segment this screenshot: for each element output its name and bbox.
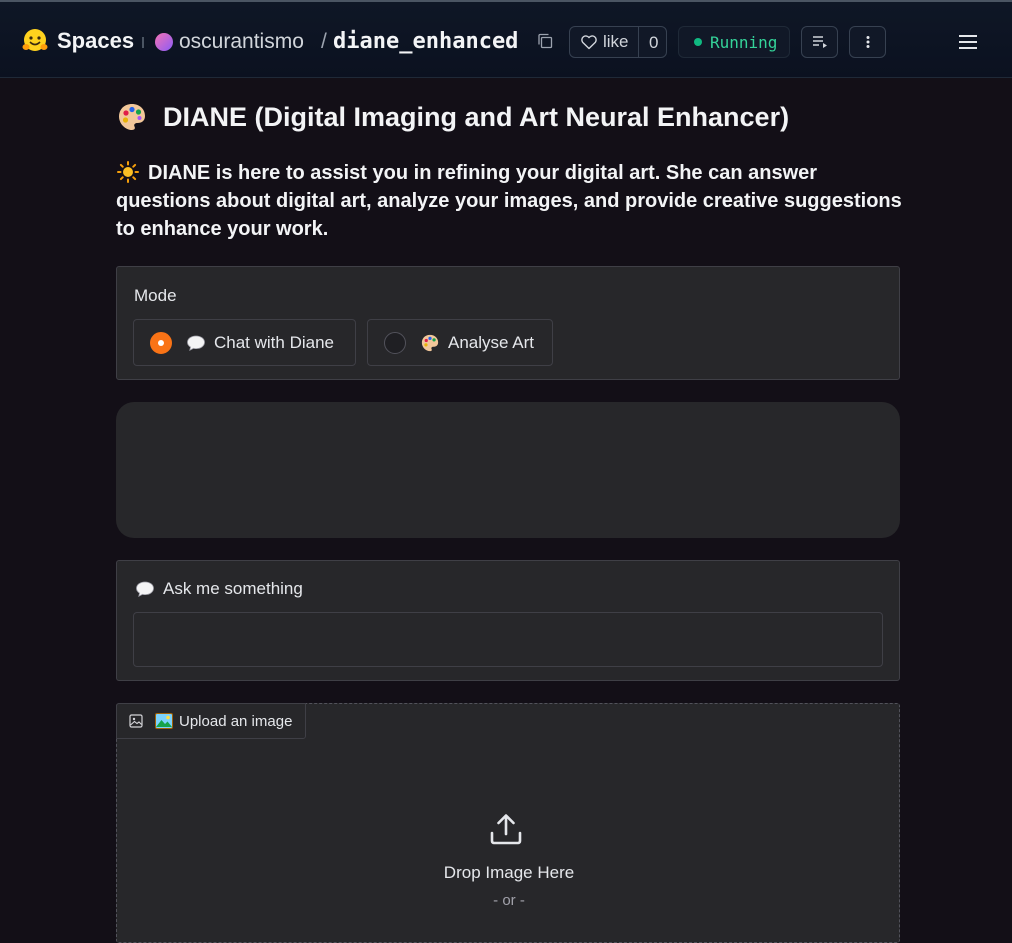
ask-input[interactable] [133,612,883,667]
copy-icon[interactable] [537,33,553,49]
breadcrumb-slash: / [321,30,327,53]
upload-tab-label: Upload an image [179,712,293,730]
hugging-face-logo-icon [22,29,48,51]
spaces-brand-link[interactable]: Spaces [22,28,134,54]
mode-option-analyse[interactable]: Analyse Art [367,319,553,366]
mode-radio-group: Mode Chat with Diane Analyse Art [116,266,900,380]
like-label: like [603,32,629,51]
intro-text: DIANE is here to assist you in refining … [116,162,902,240]
mode-option-chat-label: Chat with Diane [214,332,335,352]
ask-label-text: Ask me something [163,579,303,598]
chat-output-area [116,402,900,538]
page-title: DIANE (Digital Imaging and Art Neural En… [116,101,789,133]
ask-textbox-block: Ask me something [116,560,900,681]
status-badge[interactable]: Running [678,26,790,58]
artist-palette-icon [119,104,145,130]
intro-paragraph: DIANE is here to assist you in refining … [116,159,906,243]
status-label: Running [710,32,778,52]
top-navigation-bar: Spaces oscurantismo / diane_enhanced lik… [0,0,1012,78]
like-button[interactable]: like 0 [569,26,667,58]
like-count: 0 [649,33,659,52]
owner-link[interactable]: oscurantismo [179,30,304,54]
like-divider [638,27,639,57]
more-options-button[interactable] [849,26,886,58]
radio-checked-icon [150,331,172,354]
status-dot-icon [694,38,702,46]
mode-option-chat[interactable]: Chat with Diane [133,319,356,366]
mode-option-analyse-label: Analyse Art [448,332,534,352]
upload-tab: Upload an image [116,703,306,739]
speech-bubble-icon [136,581,154,597]
image-upload-dropzone[interactable]: Upload an image Drop Image Here - or - [116,703,900,943]
heart-icon [581,35,597,50]
framed-picture-icon [155,713,173,729]
owner-avatar [155,33,173,51]
page-title-text: DIANE (Digital Imaging and Art Neural En… [163,101,790,132]
hamburger-menu-icon[interactable] [957,33,979,51]
sun-icon [117,161,139,183]
ask-label: Ask me something [135,579,303,599]
logs-button[interactable] [801,26,838,58]
repo-link[interactable]: diane_enhanced [333,29,518,54]
brand-label: Spaces [57,28,135,53]
speech-bubble-icon [187,335,205,351]
kebab-icon [866,36,869,48]
drop-image-text: Drop Image Here [443,863,575,882]
radio-unchecked-icon [384,331,406,354]
breadcrumb-divider [142,37,144,48]
mode-label: Mode [134,286,177,305]
image-icon [129,714,143,728]
playlist-icon [812,36,827,48]
or-divider-text: - or - [493,892,525,909]
palette-icon [421,334,439,351]
upload-icon [490,814,522,845]
